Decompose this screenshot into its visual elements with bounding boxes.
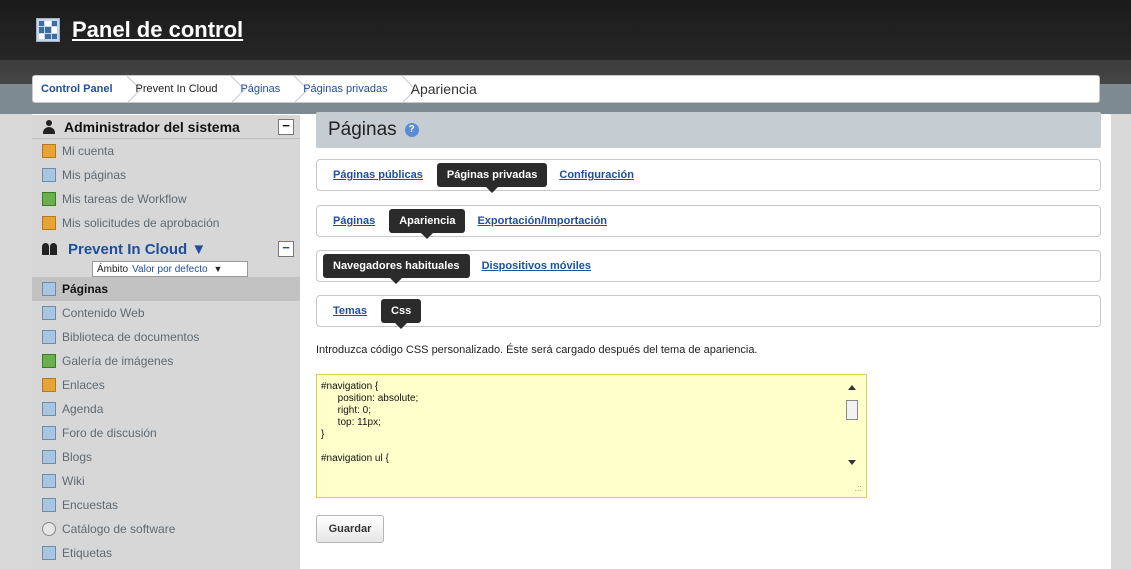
dropdown-arrow-icon: ▼	[213, 264, 223, 274]
scroll-thumb[interactable]	[846, 400, 858, 420]
user-icon	[42, 119, 56, 134]
scroll-up-icon[interactable]	[848, 385, 856, 390]
control-panel-logo-icon	[36, 18, 60, 42]
save-button[interactable]: Guardar	[316, 515, 384, 543]
resize-handle-icon[interactable]: .::	[854, 483, 862, 493]
sidebar-item-blogs[interactable]: Blogs	[32, 445, 300, 469]
sidebar: Administrador del sistema − Mi cuenta Mi…	[32, 115, 314, 569]
right-gutter	[1110, 114, 1131, 569]
scroll-down-icon[interactable]	[848, 460, 856, 465]
links-icon	[42, 378, 56, 392]
sidebar-item-label: Contenido Web	[62, 306, 145, 320]
breadcrumb-item-appearance: Apariencia	[410, 81, 477, 97]
app-title-link[interactable]: Panel de control	[72, 17, 243, 43]
tab-appearance[interactable]: Apariencia	[389, 209, 466, 239]
sidebar-item-label: Mis páginas	[62, 168, 127, 182]
tab-export-import[interactable]: Exportación/Importación	[477, 215, 607, 227]
sidebar-item-wiki[interactable]: Wiki	[32, 469, 300, 493]
community-icon	[42, 243, 58, 255]
collapse-admin-button[interactable]: −	[278, 119, 294, 135]
sidebar-item-label: Mis solicitudes de aprobación	[62, 216, 220, 230]
sidebar-item-label: Encuestas	[62, 498, 119, 512]
sidebar-item-forum[interactable]: Foro de discusión	[32, 421, 300, 445]
breadcrumb: Control Panel Prevent In Cloud Páginas P…	[32, 75, 1100, 103]
help-icon[interactable]: ?	[404, 123, 419, 137]
tab-pages[interactable]: Páginas	[333, 215, 375, 227]
tab-mobile-devices[interactable]: Dispositivos móviles	[482, 260, 591, 272]
sidebar-item-polls[interactable]: Encuestas	[32, 493, 300, 517]
sidebar-item-calendar[interactable]: Agenda	[32, 397, 300, 421]
documents-icon	[42, 330, 56, 344]
tabs-page-type: Páginas públicas Páginas privadas Config…	[316, 159, 1101, 193]
sidebar-admin-title: Administrador del sistema	[64, 118, 240, 135]
breadcrumb-item-pages[interactable]: Páginas	[231, 76, 294, 102]
sidebar-item-label: Agenda	[62, 402, 104, 416]
tab-css[interactable]: Css	[381, 299, 422, 329]
pages-icon	[42, 168, 56, 182]
css-hint-text: Introduzca código CSS personalizado. Ést…	[316, 344, 758, 356]
blogs-icon	[42, 450, 56, 464]
left-gutter	[0, 114, 32, 569]
forum-icon	[42, 426, 56, 440]
scope-selector[interactable]: Ámbito Valor por defecto ▼	[92, 261, 248, 277]
scope-value: Valor por defecto	[132, 263, 208, 275]
polls-icon	[42, 498, 56, 512]
tab-public-pages[interactable]: Páginas públicas	[333, 169, 423, 181]
page-title: Páginas ?	[316, 112, 1101, 148]
sidebar-item-my-account[interactable]: Mi cuenta	[32, 139, 300, 163]
sidebar-item-label: Mis tareas de Workflow	[62, 192, 187, 206]
approval-icon	[42, 216, 56, 230]
pages-icon	[42, 282, 56, 296]
sidebar-item-label: Biblioteca de documentos	[62, 330, 200, 344]
tabs-appearance-type: Temas Css	[316, 295, 1101, 329]
css-editor-textarea[interactable]: #navigation { position: absolute; right:…	[316, 374, 867, 498]
workflow-icon	[42, 192, 56, 206]
sidebar-item-pages[interactable]: Páginas	[32, 277, 314, 301]
sidebar-item-label: Blogs	[62, 450, 93, 464]
web-content-icon	[42, 306, 56, 320]
sidebar-item-label: Foro de discusión	[62, 426, 157, 440]
sidebar-item-web-content[interactable]: Contenido Web	[32, 301, 300, 325]
breadcrumb-item-control-panel[interactable]: Control Panel	[33, 76, 127, 102]
sidebar-item-workflow-tasks[interactable]: Mis tareas de Workflow	[32, 187, 300, 211]
sidebar-site-title: Prevent In Cloud ▼	[68, 240, 207, 258]
wiki-icon	[42, 474, 56, 488]
sidebar-item-tags[interactable]: Etiquetas	[32, 541, 300, 565]
breadcrumb-item-private-pages[interactable]: Páginas privadas	[294, 76, 401, 102]
breadcrumb-item-site[interactable]: Prevent In Cloud	[127, 76, 232, 102]
sidebar-item-my-pages[interactable]: Mis páginas	[32, 163, 300, 187]
account-icon	[42, 144, 56, 158]
editor-scrollbar[interactable]	[846, 383, 858, 467]
sidebar-item-label: Catálogo de software	[62, 522, 176, 536]
sidebar-item-label: Etiquetas	[62, 546, 113, 560]
tabs-page-section: Páginas Apariencia Exportación/Importaci…	[316, 205, 1101, 239]
sidebar-item-label: Páginas	[62, 282, 109, 296]
css-editor-content[interactable]: #navigation { position: absolute; right:…	[317, 375, 866, 471]
sidebar-item-approval-requests[interactable]: Mis solicitudes de aprobación	[32, 211, 300, 235]
tab-settings[interactable]: Configuración	[559, 169, 634, 181]
image-gallery-icon	[42, 354, 56, 368]
sidebar-item-image-gallery[interactable]: Galería de imágenes	[32, 349, 300, 373]
sidebar-item-documents[interactable]: Biblioteca de documentos	[32, 325, 300, 349]
tabs-device: Navegadores habituales Dispositivos móvi…	[316, 250, 1101, 284]
sidebar-admin-header: Administrador del sistema −	[32, 115, 300, 139]
sidebar-item-links[interactable]: Enlaces	[32, 373, 300, 397]
sidebar-site-selector[interactable]: Prevent In Cloud ▼ −	[32, 237, 300, 261]
scope-label: Ámbito	[97, 263, 129, 275]
tab-regular-browsers[interactable]: Navegadores habituales	[323, 254, 470, 284]
tab-private-pages[interactable]: Páginas privadas	[436, 163, 548, 193]
software-catalog-icon	[42, 522, 56, 536]
tags-icon	[42, 546, 56, 560]
sidebar-item-software-catalog[interactable]: Catálogo de software	[32, 517, 300, 541]
sidebar-item-label: Galería de imágenes	[62, 354, 174, 368]
sidebar-item-label: Enlaces	[62, 378, 105, 392]
page-title-text: Páginas	[328, 119, 397, 140]
sidebar-item-label: Wiki	[62, 474, 85, 488]
tab-themes[interactable]: Temas	[333, 305, 367, 317]
sidebar-item-label: Mi cuenta	[62, 144, 115, 158]
collapse-site-button[interactable]: −	[278, 241, 294, 257]
calendar-icon	[42, 402, 56, 416]
